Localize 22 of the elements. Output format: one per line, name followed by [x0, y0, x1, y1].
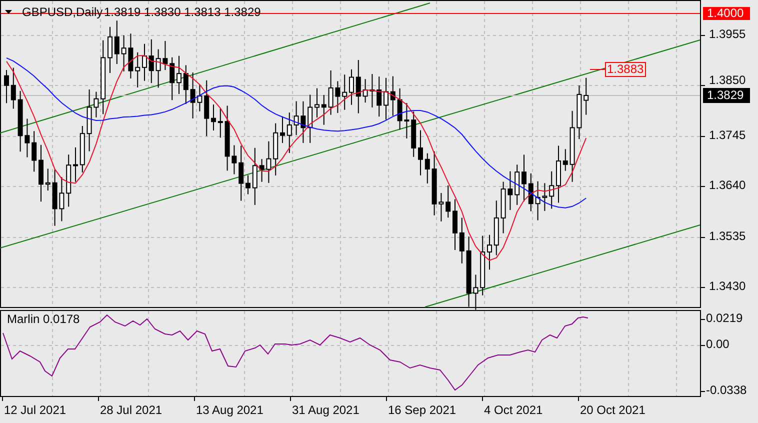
- price-tick-label: 1.3640: [709, 179, 746, 192]
- indicator-tick-label: 0.00: [706, 338, 730, 351]
- price-tick-label: 1.3850: [709, 74, 746, 87]
- price-tick-label: 1.3955: [709, 28, 746, 41]
- indicator-tick-label: -0.0338: [706, 384, 747, 397]
- indicator-label: Marlin 0.0178: [7, 313, 80, 326]
- price-tick-label: 1.3535: [709, 230, 746, 243]
- date-tick-label: 31 Aug 2021: [292, 404, 360, 417]
- price-tick-label: 1.3430: [709, 280, 746, 293]
- date-tick-label: 20 Oct 2021: [580, 404, 646, 417]
- price-tick-label: 1.3745: [709, 129, 746, 142]
- leader-line: [590, 69, 606, 70]
- indicator-tick-label: 0.0219: [706, 312, 743, 325]
- current-price-label: 1.3829: [703, 88, 750, 103]
- date-tick-label: 13 Aug 2021: [196, 404, 264, 417]
- level-price-label: 1.4000: [703, 7, 750, 20]
- date-tick-label: 16 Sep 2021: [388, 404, 456, 417]
- date-tick-label: 4 Oct 2021: [484, 404, 543, 417]
- date-tick-label: 12 Jul 2021: [4, 404, 66, 417]
- dropdown-triangle-icon[interactable]: [5, 10, 12, 14]
- channel-price-label: 1.3883: [605, 62, 646, 77]
- date-tick-label: 28 Jul 2021: [100, 404, 162, 417]
